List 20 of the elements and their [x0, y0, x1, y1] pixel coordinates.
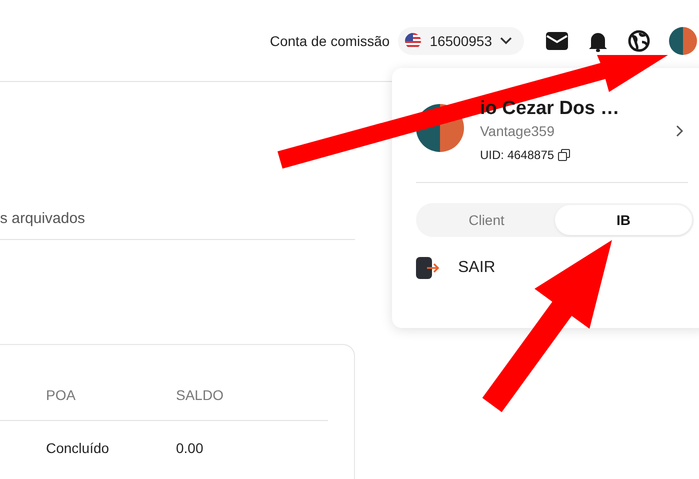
mode-option[interactable]: Client	[418, 205, 555, 235]
username: Vantage359	[480, 123, 554, 139]
chevron-down-icon	[500, 36, 512, 44]
column-header: SALDO	[176, 387, 224, 403]
envelope-icon[interactable]	[546, 32, 568, 50]
globe-icon[interactable]	[628, 30, 650, 52]
logout-button[interactable]: SAIR	[416, 257, 496, 279]
uid-label: UID: 4648875	[480, 148, 554, 162]
mode-option[interactable]: IB	[555, 205, 692, 235]
account-selector[interactable]: 16500953	[398, 26, 524, 54]
copy-icon[interactable]	[558, 149, 570, 161]
avatar[interactable]	[669, 26, 697, 54]
flag-icon	[404, 32, 422, 50]
table-cell-text: Concluído	[46, 440, 110, 456]
tab[interactable]: s arquivados	[0, 210, 86, 228]
chevron-right-icon[interactable]	[676, 125, 684, 137]
account-label: Conta de comissão	[270, 32, 390, 48]
table-cell-text: 0.00	[176, 440, 204, 456]
logout-icon	[416, 257, 440, 279]
column-header: POA	[46, 387, 77, 403]
